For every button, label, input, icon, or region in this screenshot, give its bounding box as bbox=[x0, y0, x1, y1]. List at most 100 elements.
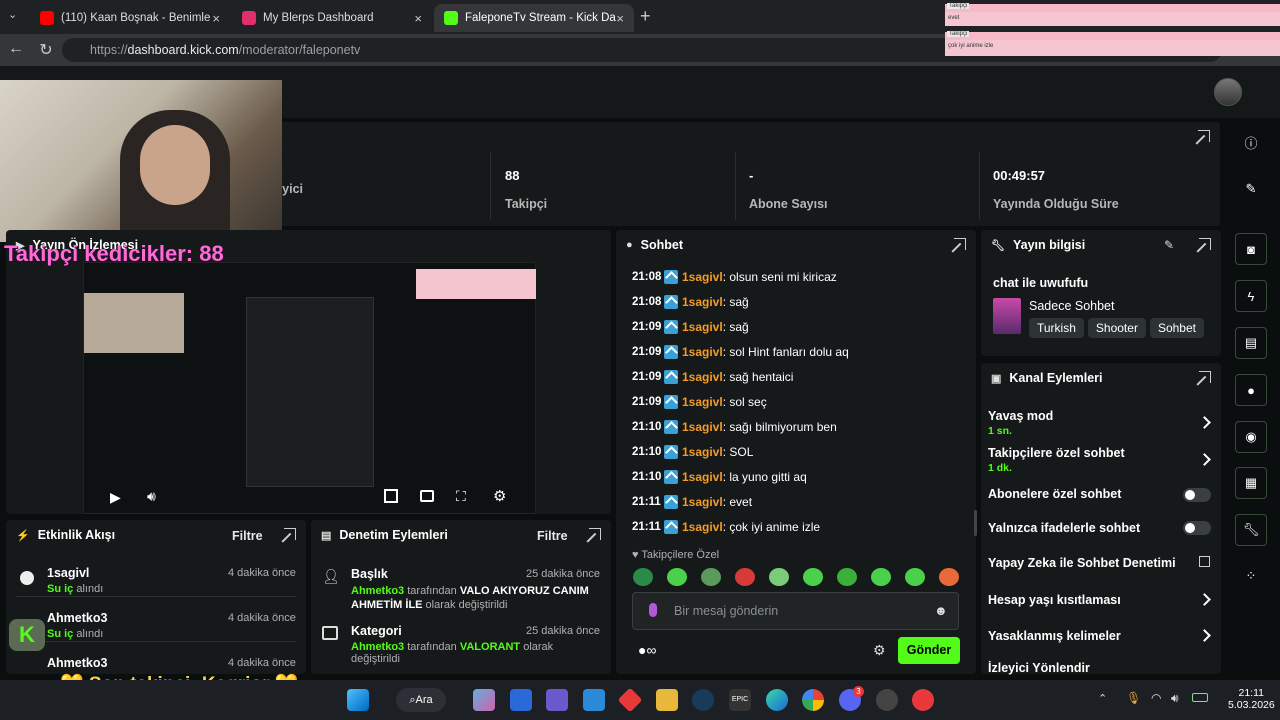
microphone-icon[interactable]: 🎙︎ bbox=[1126, 691, 1141, 705]
slow-mode-row[interactable]: Yavaş mod 1 sn. bbox=[988, 409, 1053, 437]
kick-points-icon[interactable]: ●∞ bbox=[638, 642, 656, 658]
steam-icon[interactable] bbox=[692, 689, 714, 711]
broadcast-icon[interactable]: ◉ bbox=[1235, 421, 1267, 453]
lightning-icon[interactable]: ϟ bbox=[1235, 280, 1267, 312]
emote[interactable] bbox=[667, 568, 687, 586]
opera-icon[interactable] bbox=[912, 689, 934, 711]
chat-username[interactable]: 1sagivl bbox=[682, 345, 723, 359]
server-icon[interactable]: ▦ bbox=[1235, 467, 1267, 499]
emote[interactable] bbox=[837, 568, 857, 586]
expand-icon[interactable] bbox=[1199, 371, 1211, 383]
send-button[interactable]: Gönder bbox=[898, 637, 960, 664]
chat-username[interactable]: 1sagivl bbox=[682, 520, 723, 534]
copilot-icon[interactable] bbox=[473, 689, 495, 711]
tab-kick-dashboard[interactable]: FaleponeTv Stream - Kick Dashboa × bbox=[434, 4, 634, 32]
info-icon[interactable]: ⓘ bbox=[1235, 126, 1267, 158]
taskbar-search[interactable]: ⌕ Ara bbox=[396, 688, 446, 712]
chat-username[interactable]: 1sagivl bbox=[682, 495, 723, 509]
expand-icon[interactable] bbox=[284, 528, 296, 540]
epic-games-icon[interactable]: EPIC bbox=[729, 689, 751, 711]
banned-words-row[interactable]: Yasaklanmış kelimeler bbox=[988, 629, 1121, 643]
chat-username[interactable]: 1sagivl bbox=[682, 445, 723, 459]
emote[interactable] bbox=[769, 568, 789, 586]
emote[interactable] bbox=[701, 568, 721, 586]
chat-scrollbar[interactable] bbox=[974, 510, 977, 536]
chevron-up-icon[interactable]: ⌃ bbox=[1098, 692, 1107, 705]
play-icon[interactable]: ▶ bbox=[110, 489, 121, 506]
tab-youtube[interactable]: (110) Kaan Boşnak - Benimle Kaybo × bbox=[30, 4, 230, 32]
wrench-icon[interactable]: 🔧︎ bbox=[1235, 514, 1267, 546]
emote[interactable] bbox=[633, 568, 653, 586]
settings-gear-icon[interactable]: ⚙ bbox=[493, 487, 506, 505]
taskbar-clock[interactable]: 21:11 5.03.2026 bbox=[1228, 687, 1275, 711]
vscode-icon[interactable] bbox=[583, 689, 605, 711]
camera-icon[interactable]: ◙ bbox=[1235, 233, 1267, 265]
followers-chat-row[interactable]: Takipçilere özel sohbet 1 dk. bbox=[988, 446, 1125, 474]
wifi-icon[interactable]: ◠ bbox=[1151, 691, 1161, 705]
tag[interactable]: Turkish bbox=[1029, 318, 1084, 338]
chat-settings-icon[interactable]: ⚙ bbox=[873, 642, 886, 659]
expand-icon[interactable] bbox=[1198, 130, 1210, 142]
expand-icon[interactable] bbox=[954, 238, 966, 250]
tag[interactable]: Shooter bbox=[1087, 318, 1146, 338]
emote[interactable] bbox=[803, 568, 823, 586]
volume-icon[interactable]: 🔊︎ bbox=[147, 488, 156, 505]
ai-mod-label[interactable]: Yapay Zeka ile Sohbet Denetimi bbox=[988, 556, 1176, 570]
emote[interactable] bbox=[735, 568, 755, 586]
close-tab-icon[interactable]: × bbox=[212, 11, 220, 26]
fullscreen-icon[interactable]: ⛶ bbox=[456, 488, 466, 505]
chat-username[interactable]: 1sagivl bbox=[682, 270, 723, 284]
battery-icon[interactable] bbox=[1192, 693, 1208, 702]
emote[interactable] bbox=[939, 568, 959, 586]
subs-chat-toggle[interactable] bbox=[1183, 488, 1211, 502]
tab-list-chevron-icon[interactable]: ⌄ bbox=[8, 8, 17, 21]
chat-username[interactable]: 1sagivl bbox=[682, 420, 723, 434]
chat-input[interactable]: Bir mesaj gönderin ☻ bbox=[632, 592, 959, 630]
chat-username[interactable]: 1sagivl bbox=[682, 295, 723, 309]
more-icon[interactable]: ⁘ bbox=[1235, 560, 1267, 592]
stat-subscribers: - Abone Sayısı bbox=[749, 168, 828, 211]
windows-start-icon[interactable] bbox=[347, 689, 369, 711]
edit-pencil-icon[interactable]: ✎ bbox=[1164, 238, 1174, 252]
followers-chat-value: 1 dk. bbox=[988, 462, 1012, 474]
chrome-icon[interactable] bbox=[802, 689, 824, 711]
volume-icon[interactable]: 🔊︎ bbox=[1171, 691, 1179, 706]
moderation-filter-button[interactable]: Filtre bbox=[537, 529, 568, 543]
tag[interactable]: Sohbet bbox=[1149, 318, 1204, 338]
pip-icon[interactable] bbox=[384, 489, 398, 503]
expand-icon[interactable] bbox=[1199, 238, 1211, 250]
notes-icon[interactable]: ▤ bbox=[1235, 327, 1267, 359]
theater-icon[interactable] bbox=[420, 490, 434, 502]
age-limit-row[interactable]: Hesap yaşı kısıtlaması bbox=[988, 593, 1121, 607]
pencil-icon[interactable]: ✎ bbox=[1235, 173, 1267, 205]
chat-username[interactable]: 1sagivl bbox=[682, 470, 723, 484]
chat-text: : la yuno gitti aq bbox=[722, 470, 807, 484]
chat-icon[interactable]: ● bbox=[1235, 374, 1267, 406]
chat-username[interactable]: 1sagivl bbox=[682, 370, 723, 384]
new-tab-button[interactable]: + bbox=[640, 6, 651, 27]
raid-row[interactable]: İzleyici Yönlendir bbox=[988, 661, 1090, 675]
avatar[interactable] bbox=[1214, 78, 1242, 106]
expand-icon[interactable] bbox=[589, 528, 601, 540]
edge-icon[interactable] bbox=[766, 689, 788, 711]
store-icon[interactable] bbox=[510, 689, 532, 711]
close-tab-icon[interactable]: × bbox=[414, 11, 422, 26]
emoji-icon[interactable]: ☻ bbox=[934, 603, 948, 618]
emote[interactable] bbox=[905, 568, 925, 586]
chat-message: 21:08 1sagivl: sağ bbox=[632, 293, 749, 311]
emote[interactable] bbox=[871, 568, 891, 586]
back-icon[interactable]: ← bbox=[6, 40, 26, 58]
close-tab-icon[interactable]: × bbox=[616, 11, 624, 26]
stream-preview-video[interactable] bbox=[83, 262, 536, 514]
tab-blerps[interactable]: My Blerps Dashboard × bbox=[232, 4, 432, 32]
folder-icon[interactable] bbox=[656, 689, 678, 711]
teams-icon[interactable] bbox=[546, 689, 568, 711]
external-link-icon[interactable] bbox=[1199, 556, 1210, 567]
emote-chat-toggle[interactable] bbox=[1183, 521, 1211, 535]
chat-username[interactable]: 1sagivl bbox=[682, 320, 723, 334]
chat-username[interactable]: 1sagivl bbox=[682, 395, 723, 409]
mic-icon[interactable] bbox=[649, 603, 657, 617]
reload-icon[interactable]: ↻ bbox=[36, 40, 56, 60]
obs-icon[interactable] bbox=[876, 689, 898, 711]
activity-filter-button[interactable]: Filtre bbox=[232, 529, 263, 543]
